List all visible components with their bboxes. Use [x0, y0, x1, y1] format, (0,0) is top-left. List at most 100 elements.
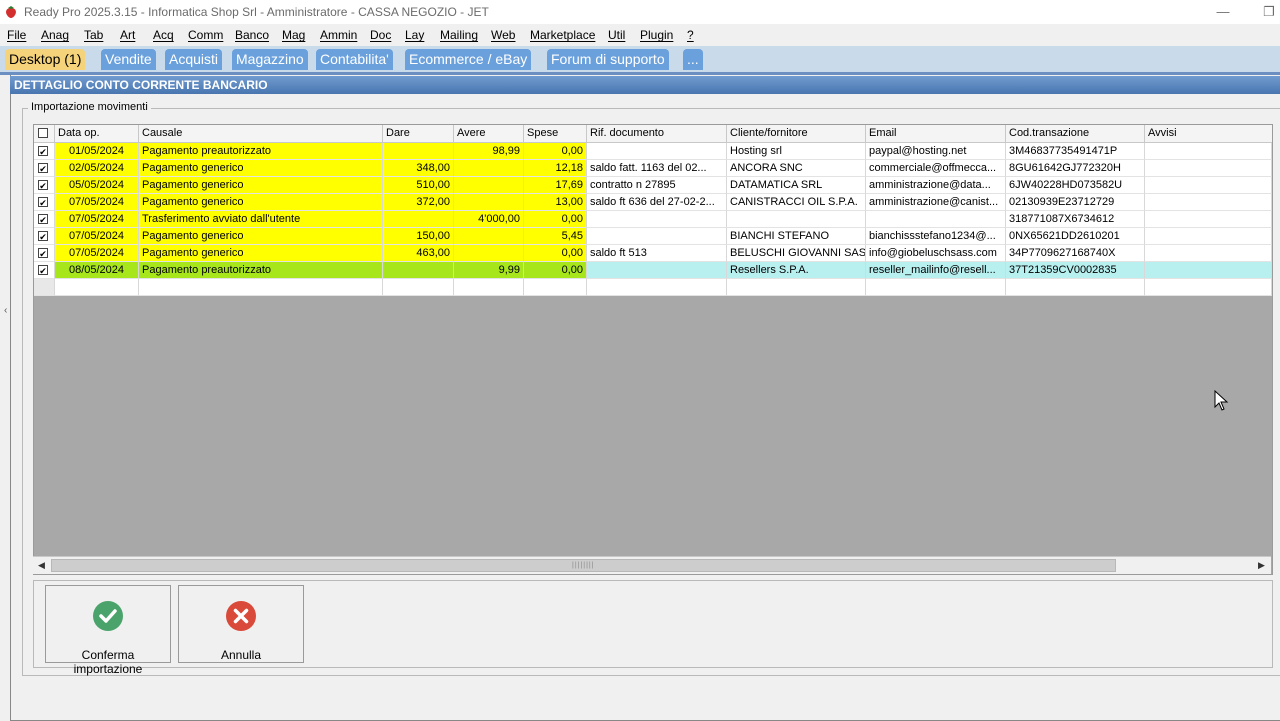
cell-select[interactable]: ✔: [34, 228, 55, 245]
cell-cliente[interactable]: BIANCHI STEFANO: [727, 228, 866, 245]
tab-magazzino[interactable]: Magazzino: [232, 49, 308, 70]
cell-avere[interactable]: [454, 160, 524, 177]
menu-anag[interactable]: Anag: [41, 28, 69, 42]
cell-date[interactable]: 01/05/2024: [55, 143, 139, 160]
empty-cell[interactable]: [1006, 279, 1145, 296]
cell-select[interactable]: ✔: [34, 262, 55, 279]
empty-row[interactable]: [34, 279, 1272, 296]
table-row[interactable]: ✔ 07/05/2024 Trasferimento avviato dall'ut…: [34, 211, 1272, 228]
table-row[interactable]: ✔ 02/05/2024 Pagamento generico 348,00 12,18…: [34, 160, 1272, 177]
table-row[interactable]: ✔ 01/05/2024 Pagamento preautorizzato 98,99…: [34, 143, 1272, 160]
empty-cell[interactable]: [1145, 279, 1272, 296]
cell-spese[interactable]: 0,00: [524, 211, 587, 228]
empty-cell[interactable]: [454, 279, 524, 296]
cell-avere[interactable]: 4'000,00: [454, 211, 524, 228]
empty-cell[interactable]: [524, 279, 587, 296]
cell-rif[interactable]: saldo ft 513: [587, 245, 727, 262]
empty-cell[interactable]: [139, 279, 383, 296]
cell-email[interactable]: amministrazione@data...: [866, 177, 1006, 194]
menu-util[interactable]: Util: [608, 28, 625, 42]
scroll-left-icon[interactable]: ◀: [34, 558, 49, 573]
cell-spese[interactable]: 17,69: [524, 177, 587, 194]
cell-email[interactable]: reseller_mailinfo@resell...: [866, 262, 1006, 279]
cell-cod[interactable]: 02130939E23712729: [1006, 194, 1145, 211]
movements-grid[interactable]: Data op. Causale Dare Avere Spese Rif. d…: [33, 124, 1273, 575]
menu-web[interactable]: Web: [491, 28, 515, 42]
menu-ammin[interactable]: Ammin: [320, 28, 357, 42]
cell-cliente[interactable]: CANISTRACCI OIL S.P.A.: [727, 194, 866, 211]
cell-spese[interactable]: 0,00: [524, 262, 587, 279]
tab-vendite[interactable]: Vendite: [101, 49, 156, 70]
cell-date[interactable]: 07/05/2024: [55, 228, 139, 245]
confirm-import-button[interactable]: Conferma importazione: [45, 585, 171, 676]
cell-dare[interactable]: 348,00: [383, 160, 454, 177]
cell-avere[interactable]: [454, 194, 524, 211]
col-header-cliente[interactable]: Cliente/fornitore: [727, 125, 866, 142]
cell-email[interactable]: info@giobeluschsass.com: [866, 245, 1006, 262]
cell-causale[interactable]: Pagamento preautorizzato: [139, 262, 383, 279]
horizontal-scrollbar[interactable]: ◀ |||||||| ▶: [33, 556, 1271, 574]
cell-cod[interactable]: 0NX65621DD2610201: [1006, 228, 1145, 245]
cell-cliente[interactable]: BELUSCHI GIOVANNI SAS: [727, 245, 866, 262]
cell-cliente[interactable]: Hosting srl: [727, 143, 866, 160]
menu-comm[interactable]: Comm: [188, 28, 223, 42]
menu-marketplace[interactable]: Marketplace: [530, 28, 595, 42]
cell-avere[interactable]: 9,99: [454, 262, 524, 279]
col-header-date[interactable]: Data op.: [55, 125, 139, 142]
cell-rif[interactable]: saldo fatt. 1163 del 02...: [587, 160, 727, 177]
cell-avvisi[interactable]: [1145, 228, 1272, 245]
cell-causale[interactable]: Pagamento generico: [139, 177, 383, 194]
col-header-avvisi[interactable]: Avvisi: [1145, 125, 1272, 142]
cell-avvisi[interactable]: [1145, 143, 1272, 160]
row-checkbox[interactable]: ✔: [38, 248, 48, 259]
cell-avvisi[interactable]: [1145, 160, 1272, 177]
row-checkbox[interactable]: ✔: [38, 214, 48, 225]
cell-spese[interactable]: 12,18: [524, 160, 587, 177]
cell-date[interactable]: 08/05/2024: [55, 262, 139, 279]
menu-acq[interactable]: Acq: [153, 28, 174, 42]
cell-avere[interactable]: [454, 177, 524, 194]
menu-mailing[interactable]: Mailing: [440, 28, 478, 42]
cell-dare[interactable]: 150,00: [383, 228, 454, 245]
cell-cliente[interactable]: [727, 211, 866, 228]
cell-causale[interactable]: Pagamento preautorizzato: [139, 143, 383, 160]
menu-banco[interactable]: Banco: [235, 28, 269, 42]
table-row[interactable]: ✔ 05/05/2024 Pagamento generico 510,00 17,69…: [34, 177, 1272, 194]
row-checkbox[interactable]: ✔: [38, 180, 48, 191]
cell-email[interactable]: [866, 211, 1006, 228]
cell-date[interactable]: 07/05/2024: [55, 211, 139, 228]
header-select-all[interactable]: [34, 125, 55, 142]
cell-select[interactable]: ✔: [34, 211, 55, 228]
cell-date[interactable]: 07/05/2024: [55, 245, 139, 262]
menu-art[interactable]: Art: [120, 28, 135, 42]
cell-date[interactable]: 07/05/2024: [55, 194, 139, 211]
cell-spese[interactable]: 0,00: [524, 143, 587, 160]
menu-help[interactable]: ?: [687, 28, 694, 42]
cell-email[interactable]: bianchissstefano1234@...: [866, 228, 1006, 245]
cell-cod[interactable]: 37T21359CV0002835: [1006, 262, 1145, 279]
cell-cod[interactable]: 6JW40228HD073582U: [1006, 177, 1145, 194]
cell-dare[interactable]: 463,00: [383, 245, 454, 262]
cell-date[interactable]: 05/05/2024: [55, 177, 139, 194]
tab-forum[interactable]: Forum di supporto: [547, 49, 669, 70]
cell-avere[interactable]: [454, 245, 524, 262]
tab-more[interactable]: ...: [683, 49, 703, 70]
scroll-thumb[interactable]: ||||||||: [51, 559, 1116, 572]
cell-avvisi[interactable]: [1145, 194, 1272, 211]
cell-rif[interactable]: [587, 211, 727, 228]
cell-avere[interactable]: [454, 228, 524, 245]
col-header-rif[interactable]: Rif. documento: [587, 125, 727, 142]
row-checkbox[interactable]: ✔: [38, 146, 48, 157]
cell-email[interactable]: amministrazione@canist...: [866, 194, 1006, 211]
cancel-button[interactable]: Annulla: [178, 585, 304, 663]
menu-plugin[interactable]: Plugin: [640, 28, 673, 42]
cell-dare[interactable]: [383, 211, 454, 228]
col-header-avere[interactable]: Avere: [454, 125, 524, 142]
cell-email[interactable]: paypal@hosting.net: [866, 143, 1006, 160]
cell-rif[interactable]: contratto n 27895: [587, 177, 727, 194]
menu-file[interactable]: File: [7, 28, 26, 42]
table-row[interactable]: ✔ 07/05/2024 Pagamento generico 150,00 5,45 B…: [34, 228, 1272, 245]
select-all-checkbox[interactable]: [38, 128, 48, 138]
cell-causale[interactable]: Pagamento generico: [139, 245, 383, 262]
tab-desktop[interactable]: Desktop (1): [5, 49, 86, 70]
